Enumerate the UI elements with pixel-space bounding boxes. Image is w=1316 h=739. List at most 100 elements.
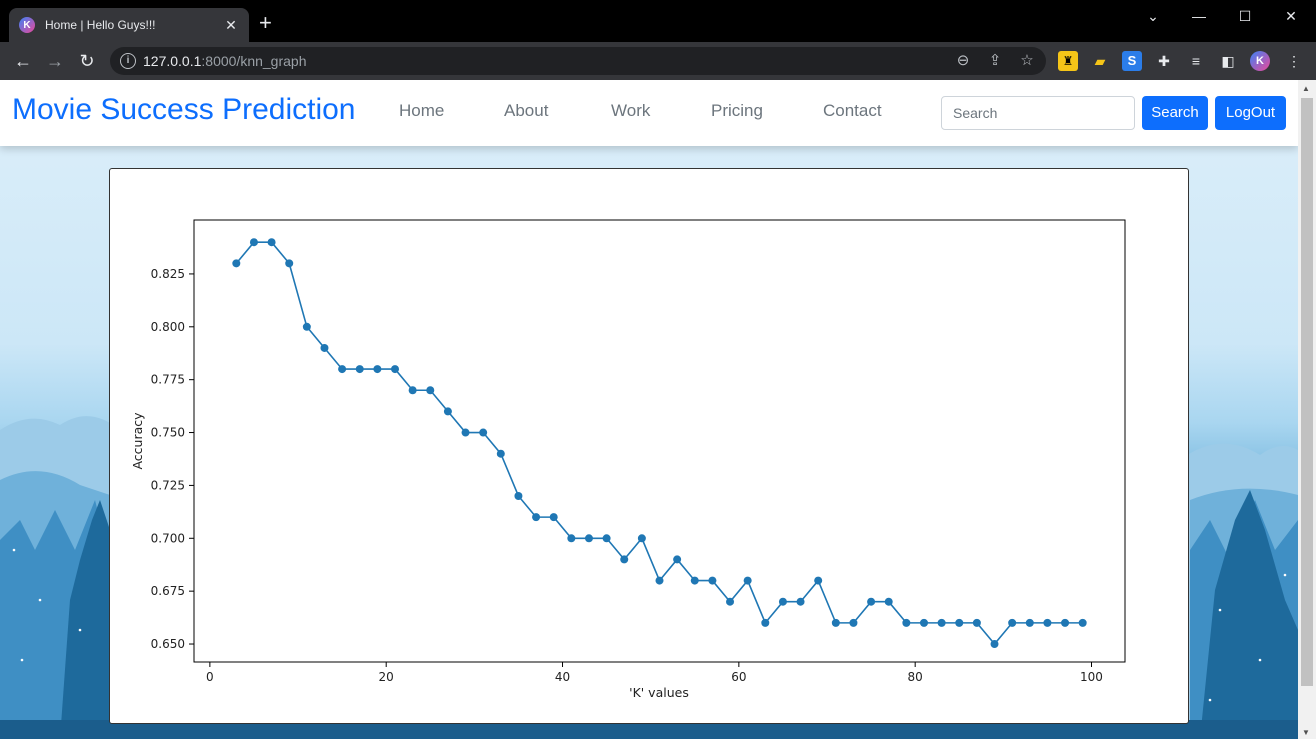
x-tick-label: 0 bbox=[206, 670, 214, 684]
forward-arrow-icon[interactable]: → bbox=[44, 50, 66, 72]
data-point bbox=[1061, 618, 1070, 627]
nav-link-pricing[interactable]: Pricing bbox=[711, 101, 763, 121]
y-tick-label: 0.675 bbox=[151, 584, 185, 598]
tab-title: Home | Hello Guys!!! bbox=[45, 18, 156, 32]
tab-search-chevron-down-icon[interactable]: ⌄ bbox=[1130, 4, 1176, 28]
search-input[interactable] bbox=[941, 96, 1135, 130]
data-point bbox=[620, 555, 629, 564]
page-viewport: Movie Success Prediction Home About Work… bbox=[0, 80, 1298, 739]
data-point bbox=[443, 407, 452, 416]
data-point bbox=[761, 618, 770, 627]
close-window-icon[interactable]: ✕ bbox=[1268, 4, 1314, 28]
extension-s-icon[interactable]: S bbox=[1122, 51, 1142, 71]
side-panel-icon[interactable]: ◧ bbox=[1218, 51, 1238, 71]
browser-toolbar: ← → ↻ i 127.0.0.1:8000/knn_graph ⊖ ⇪ ☆ ♜… bbox=[0, 42, 1316, 80]
nav-link-contact[interactable]: Contact bbox=[823, 101, 882, 121]
y-tick-label: 0.700 bbox=[151, 531, 185, 545]
data-point bbox=[602, 534, 611, 543]
scrollbar-thumb[interactable] bbox=[1301, 98, 1313, 686]
data-point bbox=[919, 618, 928, 627]
data-point bbox=[1043, 618, 1052, 627]
scroll-down-arrow-icon[interactable]: ▼ bbox=[1302, 728, 1310, 737]
data-point bbox=[567, 534, 576, 543]
brand-title[interactable]: Movie Success Prediction bbox=[12, 93, 355, 127]
maximize-icon[interactable]: ☐ bbox=[1222, 4, 1268, 28]
url-text: 127.0.0.1:8000/knn_graph bbox=[143, 53, 307, 69]
back-arrow-icon[interactable]: ← bbox=[12, 50, 34, 72]
x-tick-label: 60 bbox=[731, 670, 746, 684]
data-point bbox=[355, 365, 364, 374]
tab-favicon-icon: K bbox=[19, 17, 35, 33]
y-tick-label: 0.650 bbox=[151, 637, 185, 651]
address-bar[interactable]: i 127.0.0.1:8000/knn_graph ⊖ ⇪ ☆ bbox=[110, 47, 1046, 75]
browser-menu-icon[interactable]: ⋮ bbox=[1284, 51, 1304, 71]
minimize-icon[interactable]: — bbox=[1176, 4, 1222, 28]
reload-icon[interactable]: ↻ bbox=[76, 50, 98, 72]
logout-button[interactable]: LogOut bbox=[1215, 96, 1286, 130]
nav-link-home[interactable]: Home bbox=[399, 101, 444, 121]
data-point bbox=[743, 576, 752, 585]
y-tick-label: 0.775 bbox=[151, 373, 185, 387]
x-tick-label: 40 bbox=[555, 670, 570, 684]
browser-titlebar: K Home | Hello Guys!!! ✕ + ⌄ — ☐ ✕ bbox=[0, 0, 1316, 42]
data-point bbox=[778, 597, 787, 606]
data-point bbox=[867, 597, 876, 606]
data-point bbox=[796, 597, 805, 606]
data-point bbox=[549, 513, 558, 522]
x-axis-title: 'K' values bbox=[629, 685, 689, 700]
data-point bbox=[267, 238, 276, 247]
browser-tab[interactable]: K Home | Hello Guys!!! ✕ bbox=[9, 8, 249, 42]
new-tab-plus-icon[interactable]: + bbox=[259, 12, 272, 34]
y-tick-label: 0.725 bbox=[151, 478, 185, 492]
data-point bbox=[373, 365, 382, 374]
data-point bbox=[514, 491, 523, 500]
data-point bbox=[320, 343, 329, 352]
page-scrollbar[interactable]: ▲ ▼ bbox=[1298, 80, 1316, 739]
site-navbar: Movie Success Prediction Home About Work… bbox=[0, 80, 1298, 146]
profile-avatar[interactable]: K bbox=[1250, 51, 1270, 71]
data-point bbox=[391, 365, 400, 374]
data-point bbox=[690, 576, 699, 585]
data-point bbox=[673, 555, 682, 564]
data-point bbox=[532, 513, 541, 522]
y-tick-label: 0.750 bbox=[151, 426, 185, 440]
y-axis-title: Accuracy bbox=[130, 412, 145, 470]
knn-graph-card: 'K' values Accuracy 0 20 40 60 80 100 0.650 0.6… bbox=[109, 168, 1189, 724]
search-button[interactable]: Search bbox=[1142, 96, 1208, 130]
extensions-puzzle-icon[interactable]: ✚ bbox=[1154, 51, 1174, 71]
data-point bbox=[338, 365, 347, 374]
data-point bbox=[726, 597, 735, 606]
share-icon[interactable]: ⇪ bbox=[985, 51, 1005, 71]
data-point bbox=[479, 428, 488, 437]
bookmark-star-icon[interactable]: ☆ bbox=[1017, 51, 1037, 71]
x-tick-label: 100 bbox=[1080, 670, 1103, 684]
data-point bbox=[461, 428, 470, 437]
data-point bbox=[232, 259, 241, 268]
data-point bbox=[584, 534, 593, 543]
data-point bbox=[1078, 618, 1087, 627]
site-info-icon[interactable]: i bbox=[120, 53, 136, 69]
nav-link-work[interactable]: Work bbox=[611, 101, 650, 121]
nav-link-about[interactable]: About bbox=[504, 101, 548, 121]
data-point bbox=[1025, 618, 1034, 627]
x-tick-label: 80 bbox=[908, 670, 923, 684]
data-point bbox=[426, 386, 435, 395]
data-point bbox=[849, 618, 858, 627]
data-point bbox=[285, 259, 294, 268]
x-tick-label: 20 bbox=[379, 670, 394, 684]
data-point bbox=[831, 618, 840, 627]
extension-cat-icon[interactable]: ▰ bbox=[1090, 51, 1110, 71]
tab-close-icon[interactable]: ✕ bbox=[223, 17, 239, 34]
data-point bbox=[937, 618, 946, 627]
extension-castle-icon[interactable]: ♜ bbox=[1058, 51, 1078, 71]
data-point bbox=[496, 449, 505, 458]
data-point bbox=[655, 576, 664, 585]
data-point bbox=[708, 576, 717, 585]
y-tick-label: 0.800 bbox=[151, 320, 185, 334]
data-point bbox=[955, 618, 964, 627]
media-control-icon[interactable]: ≡ bbox=[1186, 51, 1206, 71]
data-point bbox=[1008, 618, 1017, 627]
scroll-up-arrow-icon[interactable]: ▲ bbox=[1302, 84, 1310, 93]
data-point bbox=[637, 534, 646, 543]
zoom-icon[interactable]: ⊖ bbox=[953, 51, 973, 71]
